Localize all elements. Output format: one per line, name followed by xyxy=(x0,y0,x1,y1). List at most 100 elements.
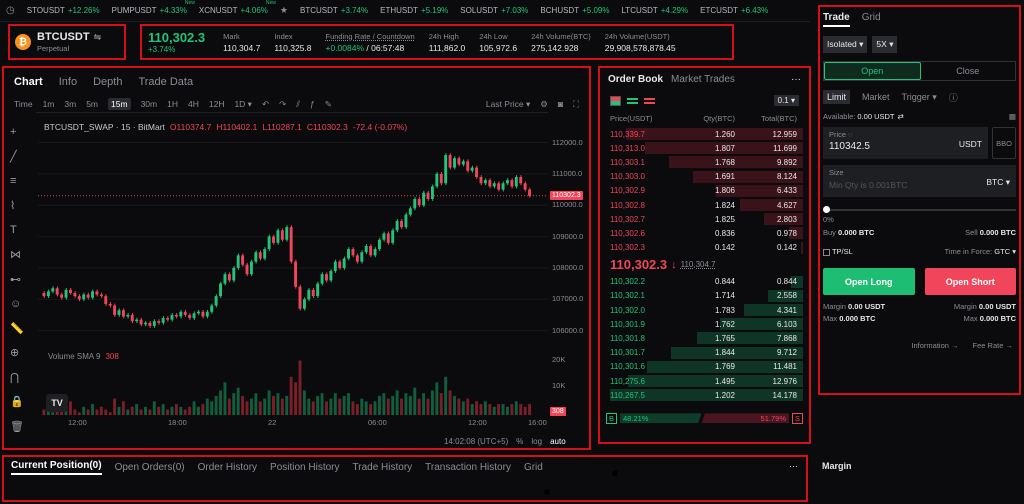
position-tab[interactable]: Current Position(0) xyxy=(11,460,102,475)
timeframe-option[interactable]: 3m xyxy=(64,99,76,109)
crosshair-icon[interactable]: + xyxy=(10,120,30,145)
tab-grid[interactable]: Grid xyxy=(862,12,881,27)
position-tab[interactable]: Open Orders(0) xyxy=(115,462,185,473)
leverage-select[interactable]: 5X ▾ xyxy=(872,36,898,53)
ask-row[interactable]: 110,313.0 1.807 11.699 xyxy=(600,141,809,155)
size-input[interactable]: Size Min Qty is 0.001BTC BTC ▾ xyxy=(823,165,1016,197)
scale-option[interactable]: log xyxy=(531,437,542,446)
close-toggle[interactable]: Close xyxy=(921,62,1016,80)
scale-option[interactable]: auto xyxy=(550,437,566,446)
price-axis[interactable]: 112000.0 111000.0 110000.0 109000.0 108000.0… xyxy=(548,130,588,340)
bid-row[interactable]: 110,301.8 1.765 7.868 xyxy=(600,331,809,345)
open-long-button[interactable]: Open Long xyxy=(823,268,915,295)
measure-icon[interactable]: ⊷ xyxy=(10,267,30,292)
indicators-icon[interactable]: ⫽ xyxy=(296,99,300,110)
open-toggle[interactable]: Open xyxy=(824,62,921,80)
trendline-icon[interactable]: ╱ xyxy=(10,145,30,170)
ask-row[interactable]: 110,302.7 1.825 2.803 xyxy=(600,212,809,226)
chart-tab[interactable]: Info xyxy=(59,76,77,88)
timeframe-option[interactable]: Time xyxy=(14,99,33,109)
ticker-item[interactable]: LTCUSDT +4.29% xyxy=(621,6,688,15)
book-bids-icon[interactable] xyxy=(627,97,638,104)
bid-row[interactable]: 110,302.2 0.844 0.844 xyxy=(600,275,809,289)
ask-row[interactable]: 110,303.0 1.691 8.124 xyxy=(600,170,809,184)
position-tab[interactable]: Grid xyxy=(524,462,543,473)
fee-rate-link[interactable]: Fee Rate → xyxy=(973,341,1013,350)
ticker-item[interactable]: SOLUSDT +7.03% xyxy=(460,6,528,15)
bbo-button[interactable]: BBO xyxy=(992,127,1016,159)
price-input[interactable]: Price ◌ 110342.5 USDT xyxy=(823,127,988,159)
redo-icon[interactable]: ↷ xyxy=(279,99,286,110)
text-icon[interactable]: T xyxy=(10,218,30,243)
ticker-item[interactable]: XCNUSDT +4.06% New xyxy=(199,0,276,15)
symbol-selector[interactable]: ₿ BTCUSDT ⇋ Perpetual xyxy=(8,24,126,60)
more-icon[interactable]: ··· xyxy=(791,74,801,85)
position-tab[interactable]: Transaction History xyxy=(425,462,511,473)
camera-icon[interactable]: ◙ xyxy=(558,99,563,109)
bid-row[interactable]: 110,275.6 1.495 12.976 xyxy=(600,374,809,388)
fullscreen-icon[interactable]: ⛶ xyxy=(573,99,579,110)
undo-icon[interactable]: ↶ xyxy=(262,99,269,110)
position-tab[interactable]: Position History xyxy=(270,462,339,473)
star-icon[interactable]: ★ xyxy=(280,5,288,16)
timeframe-option[interactable]: 4H xyxy=(188,99,199,109)
last-price-select[interactable]: Last Price ▾ xyxy=(486,99,530,110)
timeframe-option[interactable]: 5m xyxy=(86,99,98,109)
tab-order-book[interactable]: Order Book xyxy=(608,74,663,85)
pattern-icon[interactable]: ⋈ xyxy=(10,243,30,268)
settings-icon[interactable]: ⚙ xyxy=(540,99,548,110)
open-short-button[interactable]: Open Short xyxy=(924,268,1016,295)
chart-tab[interactable]: Chart xyxy=(14,76,43,88)
bid-row[interactable]: 110,267.5 1.202 14.178 xyxy=(600,388,809,402)
swap-icon[interactable]: ⇋ xyxy=(94,32,102,43)
bid-row[interactable]: 110,301.7 1.844 9.712 xyxy=(600,346,809,360)
ticker-item[interactable]: STOUSDT +12.26% xyxy=(27,6,100,15)
ticker-item[interactable]: BTCUSDT +3.74% xyxy=(300,6,368,15)
fx-icon[interactable]: ƒ xyxy=(310,99,315,109)
zoom-icon[interactable]: ⊕ xyxy=(10,341,30,366)
brush-icon[interactable]: ⌇ xyxy=(10,194,30,219)
chart-tab[interactable]: Depth xyxy=(93,76,122,88)
ask-row[interactable]: 110,302.8 1.824 4.627 xyxy=(600,198,809,212)
order-type-trigger[interactable]: Trigger ▾ xyxy=(902,92,937,103)
ticker-item[interactable]: ETCUSDT +6.43% xyxy=(700,6,768,15)
calculator-icon[interactable]: ▦ xyxy=(1009,112,1016,121)
ask-row[interactable]: 110,302.6 0.836 0.978 xyxy=(600,226,809,240)
lock-icon[interactable]: 🔒 xyxy=(10,390,30,415)
timeframe-option[interactable]: 1D ▾ xyxy=(234,99,252,110)
tpsl-checkbox[interactable]: TP/SL xyxy=(823,247,853,256)
timeframe-option[interactable]: 15m xyxy=(108,98,131,110)
pencil-icon[interactable]: ✎ xyxy=(325,99,332,110)
bid-row[interactable]: 110,302.0 1.783 4.341 xyxy=(600,303,809,317)
precision-select[interactable]: 0.1 ▾ xyxy=(773,95,799,106)
ruler-icon[interactable]: 📏 xyxy=(10,316,30,341)
position-tab[interactable]: Order History xyxy=(198,462,257,473)
bid-row[interactable]: 110,302.1 1.714 2.558 xyxy=(600,289,809,303)
transfer-icon[interactable]: ⇄ xyxy=(898,112,904,121)
information-link[interactable]: Information → xyxy=(911,341,958,350)
bid-row[interactable]: 110,301.6 1.769 11.481 xyxy=(600,360,809,374)
emoji-icon[interactable]: ☺ xyxy=(10,292,30,317)
timeframe-option[interactable]: 1m xyxy=(43,99,55,109)
ticker-item[interactable]: PUMPUSDT +4.33% New xyxy=(112,0,195,15)
tab-market-trades[interactable]: Market Trades xyxy=(671,74,735,85)
tif-select[interactable]: GTC ▾ xyxy=(994,247,1016,256)
timeframe-option[interactable]: 30m xyxy=(141,99,158,109)
trash-icon[interactable]: 🗑 xyxy=(10,414,30,439)
scale-option[interactable]: % xyxy=(516,437,523,446)
fib-icon[interactable]: ≡ xyxy=(10,169,30,194)
more-icon[interactable]: ··· xyxy=(789,461,798,471)
position-tab[interactable]: Trade History xyxy=(353,462,413,473)
magnet-icon[interactable]: ⋂ xyxy=(10,365,30,390)
timeframe-option[interactable]: 1H xyxy=(167,99,178,109)
book-asks-icon[interactable] xyxy=(644,97,655,104)
bid-row[interactable]: 110,301.9 1.762 6.103 xyxy=(600,317,809,331)
order-type-market[interactable]: Market xyxy=(862,92,890,102)
order-type-limit[interactable]: Limit xyxy=(823,90,851,104)
ticker-item[interactable]: BCHUSDT +5.09% xyxy=(540,6,609,15)
ticker-item[interactable]: ETHUSDT +5.19% xyxy=(380,6,448,15)
book-both-icon[interactable] xyxy=(610,95,621,106)
tab-trade[interactable]: Trade xyxy=(823,12,850,27)
info-icon[interactable]: ⓘ xyxy=(949,91,958,104)
margin-mode-select[interactable]: Isolated ▾ xyxy=(823,36,868,53)
